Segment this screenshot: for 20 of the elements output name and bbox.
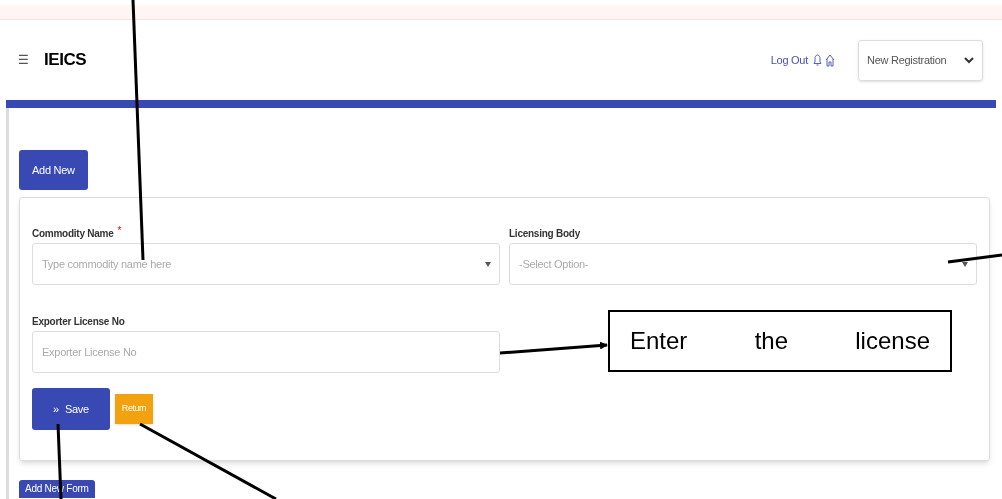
menu-icon[interactable]: ☰ xyxy=(18,51,29,69)
input-field[interactable]: Exporter License No xyxy=(32,331,500,373)
chevron-down-icon xyxy=(964,56,974,64)
registration-select[interactable]: New Registration xyxy=(858,39,983,81)
save-button[interactable]: » Save xyxy=(32,388,110,430)
logout-link[interactable]: Log Out xyxy=(770,51,808,69)
home-icon[interactable] xyxy=(825,53,835,67)
bell-icon[interactable] xyxy=(813,53,822,67)
dropdown-field[interactable]: -Select Option- xyxy=(509,243,977,285)
callout-box: Enter the license xyxy=(608,310,952,372)
field-label: Licensing Body xyxy=(509,227,580,241)
dropdown-field[interactable]: Type commodity name here xyxy=(32,243,500,285)
add-new-button[interactable]: Add New xyxy=(19,150,88,190)
app-title: IEICS xyxy=(44,49,87,72)
leader-line xyxy=(947,253,1002,264)
caret-icon xyxy=(962,262,968,267)
field-label: Commodity Name xyxy=(32,227,114,241)
caret-icon xyxy=(485,262,491,267)
field-label: Exporter License No xyxy=(32,315,125,329)
required-marker: * xyxy=(117,226,122,236)
